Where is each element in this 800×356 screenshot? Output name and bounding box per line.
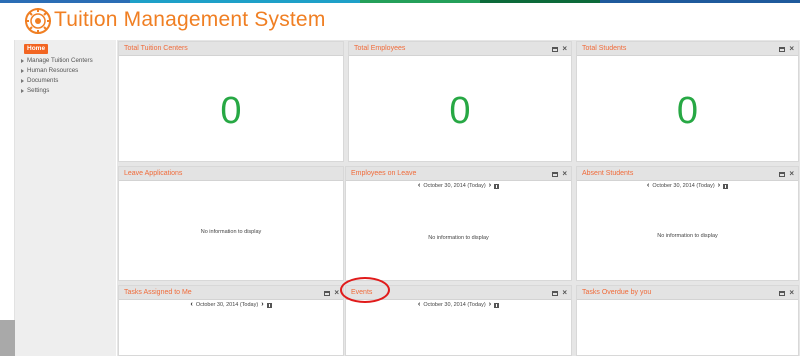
widget-leave-applications: Leave Applications No information to dis…: [118, 166, 344, 281]
widget-controls: ×: [324, 288, 339, 298]
gear-logo-icon[interactable]: [24, 7, 52, 35]
next-date-icon[interactable]: ›: [489, 182, 491, 190]
widget-controls: ×: [552, 169, 567, 179]
left-edge-strip: [0, 40, 15, 320]
home-button[interactable]: Home: [24, 44, 49, 54]
close-icon[interactable]: ×: [789, 289, 794, 297]
next-date-icon[interactable]: ›: [489, 301, 491, 309]
close-icon[interactable]: ×: [562, 170, 567, 178]
calendar-icon[interactable]: [723, 183, 729, 189]
highlight-circle: [340, 277, 390, 303]
maximize-icon[interactable]: [324, 290, 331, 296]
sidebar-item-label: Settings: [27, 87, 50, 94]
close-icon[interactable]: ×: [334, 289, 339, 297]
caret-right-icon: [21, 79, 24, 83]
widget-header[interactable]: Total Tuition Centers: [119, 42, 343, 56]
widget-title: Absent Students: [582, 170, 634, 177]
students-count: 0: [676, 90, 699, 132]
widget-header[interactable]: Employees on Leave ×: [346, 167, 571, 181]
calendar-icon[interactable]: [494, 302, 500, 308]
prev-date-icon[interactable]: ‹: [418, 301, 420, 309]
sidebar-item-label: Documents: [27, 77, 59, 84]
employees-count: 0: [449, 90, 471, 132]
widget-controls: ×: [779, 44, 794, 54]
widget-tasks-overdue: Tasks Overdue by you ×: [576, 285, 799, 356]
maximize-icon[interactable]: [552, 46, 559, 52]
sidebar-nav: Manage Tuition Centers Human Resources D…: [21, 56, 93, 96]
widget-title: Tasks Overdue by you: [582, 289, 652, 296]
current-date: October 30, 2014 (Today): [423, 183, 486, 189]
widget-title: Employees on Leave: [351, 170, 417, 177]
caret-right-icon: [21, 59, 24, 63]
maximize-icon[interactable]: [552, 290, 559, 296]
widget-header[interactable]: Tasks Assigned to Me ×: [119, 286, 343, 300]
widget-header[interactable]: Total Students ×: [577, 42, 798, 56]
widget-title: Total Employees: [354, 45, 406, 52]
widget-header[interactable]: Tasks Overdue by you ×: [577, 286, 798, 300]
sidebar-item-manage-tuition-centers[interactable]: Manage Tuition Centers: [21, 56, 93, 66]
widget-header[interactable]: Leave Applications: [119, 167, 343, 181]
app-title: Tuition Management System: [54, 8, 326, 31]
close-icon[interactable]: ×: [562, 289, 567, 297]
empty-message: No information to display: [200, 229, 262, 235]
calendar-icon[interactable]: [494, 183, 500, 189]
widget-controls: ×: [552, 44, 567, 54]
date-navigator: ‹ October 30, 2014 (Today) ›: [346, 300, 571, 310]
widget-employees-on-leave: Employees on Leave × ‹ October 30, 2014 …: [345, 166, 572, 281]
next-date-icon[interactable]: ›: [261, 301, 263, 309]
widget-header[interactable]: Total Employees ×: [349, 42, 571, 56]
widget-title: Tasks Assigned to Me: [124, 289, 192, 296]
tuition-centers-count: 0: [220, 90, 242, 132]
sidebar-item-human-resources[interactable]: Human Resources: [21, 66, 93, 76]
widget-tasks-assigned: Tasks Assigned to Me × ‹ October 30, 201…: [118, 285, 344, 356]
widget-title: Total Tuition Centers: [124, 45, 188, 52]
widget-title: Leave Applications: [124, 170, 183, 177]
prev-date-icon[interactable]: ‹: [647, 182, 649, 190]
date-navigator: ‹ October 30, 2014 (Today) ›: [577, 181, 798, 191]
widget-total-students: Total Students × 0: [576, 41, 799, 162]
next-date-icon[interactable]: ›: [718, 182, 720, 190]
sidebar-item-settings[interactable]: Settings: [21, 86, 93, 96]
date-navigator: ‹ October 30, 2014 (Today) ›: [119, 300, 343, 310]
current-date: October 30, 2014 (Today): [652, 183, 715, 189]
close-icon[interactable]: ×: [789, 45, 794, 53]
sidebar-item-label: Human Resources: [27, 67, 79, 74]
caret-right-icon: [21, 89, 24, 93]
widget-controls: ×: [779, 288, 794, 298]
maximize-icon[interactable]: [779, 290, 786, 296]
date-navigator: ‹ October 30, 2014 (Today) ›: [346, 181, 571, 191]
sidebar-item-label: Manage Tuition Centers: [27, 57, 93, 64]
widget-absent-students: Absent Students × ‹ October 30, 2014 (To…: [576, 166, 799, 281]
widget-total-tuition-centers: Total Tuition Centers 0: [118, 41, 344, 162]
maximize-icon[interactable]: [552, 171, 559, 177]
close-icon[interactable]: ×: [789, 170, 794, 178]
prev-date-icon[interactable]: ‹: [418, 182, 420, 190]
widget-header[interactable]: Absent Students ×: [577, 167, 798, 181]
maximize-icon[interactable]: [779, 46, 786, 52]
widget-controls: ×: [779, 169, 794, 179]
calendar-icon[interactable]: [266, 302, 272, 308]
sidebar: Home Manage Tuition Centers Human Resour…: [15, 40, 116, 356]
app-header: Tuition Management System: [0, 3, 800, 39]
caret-right-icon: [21, 69, 24, 73]
widget-title: Total Students: [582, 45, 627, 52]
current-date: October 30, 2014 (Today): [423, 302, 486, 308]
widget-controls: ×: [552, 288, 567, 298]
maximize-icon[interactable]: [779, 171, 786, 177]
widget-total-employees: Total Employees × 0: [348, 41, 572, 162]
empty-message: No information to display: [657, 233, 718, 239]
empty-message: No information to display: [428, 235, 489, 241]
close-icon[interactable]: ×: [562, 45, 567, 53]
current-date: October 30, 2014 (Today): [195, 302, 259, 308]
sidebar-item-documents[interactable]: Documents: [21, 76, 93, 86]
prev-date-icon[interactable]: ‹: [190, 301, 192, 309]
